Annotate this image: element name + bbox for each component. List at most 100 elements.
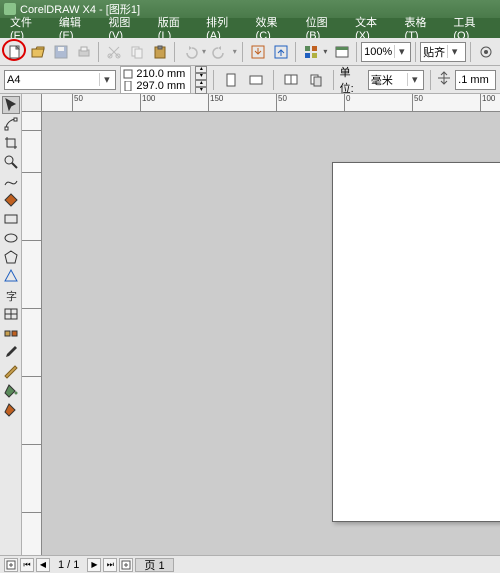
ruler-tick: 100 bbox=[140, 94, 155, 112]
horizontal-ruler[interactable]: 50 100 150 50 0 50 100 bbox=[42, 94, 500, 112]
separator bbox=[213, 70, 214, 90]
print-button[interactable] bbox=[73, 41, 94, 63]
paper-dimensions: 210.0 mm 297.0 mm bbox=[120, 66, 191, 94]
unit-value: 毫米 bbox=[371, 72, 405, 88]
all-pages-button[interactable] bbox=[280, 69, 301, 91]
standard-toolbar: ▾ ▾ ▾ 100%▾ 贴齐▾ bbox=[0, 38, 500, 66]
separator bbox=[242, 42, 243, 62]
interactive-fill-tool[interactable] bbox=[2, 400, 20, 418]
text-tool[interactable]: 字 bbox=[2, 286, 20, 304]
portrait-button[interactable] bbox=[220, 69, 241, 91]
redo-dropdown[interactable]: ▾ bbox=[233, 47, 239, 56]
snap-label: 贴齐 bbox=[423, 44, 445, 60]
options-button[interactable] bbox=[475, 41, 496, 63]
prev-page-button[interactable]: ◀ bbox=[36, 558, 50, 572]
zoom-value: 100% bbox=[364, 46, 392, 58]
paste-button[interactable] bbox=[149, 41, 170, 63]
paper-size-combo[interactable]: A4▾ bbox=[4, 70, 116, 90]
import-button[interactable] bbox=[247, 41, 268, 63]
app-launcher-dropdown[interactable]: ▾ bbox=[323, 47, 329, 56]
rectangle-tool[interactable] bbox=[2, 210, 20, 228]
redo-button[interactable] bbox=[210, 41, 231, 63]
height-icon bbox=[123, 81, 133, 91]
ruler-tick: 50 bbox=[412, 94, 423, 112]
interactive-blend-tool[interactable] bbox=[2, 324, 20, 342]
save-button[interactable] bbox=[50, 41, 71, 63]
page-tab-1[interactable]: 页 1 bbox=[135, 558, 173, 572]
vertical-ruler[interactable]: 300 250 200 150 100 50 bbox=[22, 112, 42, 555]
drawing-canvas[interactable] bbox=[42, 112, 500, 555]
welcome-button[interactable] bbox=[331, 41, 352, 63]
unit-label: 单位: bbox=[340, 64, 364, 96]
zoom-combo[interactable]: 100%▾ bbox=[361, 42, 411, 62]
nudge-icon bbox=[437, 71, 451, 88]
freehand-tool[interactable] bbox=[2, 172, 20, 190]
separator bbox=[470, 42, 471, 62]
smart-fill-tool[interactable] bbox=[2, 191, 20, 209]
nudge-field[interactable]: .1 mm bbox=[455, 70, 496, 90]
fill-tool[interactable] bbox=[2, 381, 20, 399]
svg-text:字: 字 bbox=[6, 289, 17, 303]
snap-combo[interactable]: 贴齐▾ bbox=[420, 42, 466, 62]
outline-tool[interactable] bbox=[2, 362, 20, 380]
table-tool[interactable] bbox=[2, 305, 20, 323]
nudge-value: .1 mm bbox=[458, 74, 489, 86]
separator bbox=[333, 70, 334, 90]
ruler-tick: 150 bbox=[208, 94, 223, 112]
property-bar: A4▾ 210.0 mm 297.0 mm ▴▾▴▾ 单位: 毫米▾ .1 mm bbox=[0, 66, 500, 94]
ruler-tick: 50 bbox=[22, 512, 42, 526]
crop-tool[interactable] bbox=[2, 134, 20, 152]
landscape-button[interactable] bbox=[246, 69, 267, 91]
toolbox: 字 bbox=[0, 94, 22, 555]
paper-width[interactable]: 210.0 mm bbox=[136, 68, 188, 80]
ruler-tick: 300 bbox=[22, 172, 42, 186]
ellipse-tool[interactable] bbox=[2, 229, 20, 247]
separator bbox=[415, 42, 416, 62]
page-rectangle[interactable] bbox=[332, 162, 500, 522]
ruler-tick: 100 bbox=[22, 444, 42, 458]
new-button[interactable] bbox=[4, 41, 25, 63]
zoom-tool[interactable] bbox=[2, 153, 20, 171]
undo-dropdown[interactable]: ▾ bbox=[202, 47, 208, 56]
ruler-tick: 200 bbox=[22, 308, 42, 322]
separator bbox=[356, 42, 357, 62]
ruler-tick: 50 bbox=[72, 94, 83, 112]
undo-button[interactable] bbox=[179, 41, 200, 63]
ruler-tick: 0 bbox=[344, 94, 350, 112]
ruler-origin[interactable] bbox=[22, 94, 42, 112]
export-button[interactable] bbox=[270, 41, 291, 63]
page-navigator: ⏮ ◀ 1 / 1 ▶ ⏭ 页 1 bbox=[0, 555, 500, 573]
page-counter: 1 / 1 bbox=[52, 559, 85, 571]
pick-tool[interactable] bbox=[2, 96, 20, 114]
menu-bar: 文件(F) 编辑(E) 视图(V) 版面(L) 排列(A) 效果(C) 位图(B… bbox=[0, 18, 500, 38]
first-page-button[interactable]: ⏮ bbox=[20, 558, 34, 572]
paper-size-value: A4 bbox=[7, 74, 97, 86]
ruler-tick bbox=[22, 130, 42, 132]
ruler-tick: 150 bbox=[22, 376, 42, 390]
app-launcher-button[interactable] bbox=[300, 41, 321, 63]
ruler-tick: 250 bbox=[22, 240, 42, 254]
dimension-spinners[interactable]: ▴▾▴▾ bbox=[195, 66, 207, 94]
next-page-button[interactable]: ▶ bbox=[87, 558, 101, 572]
eyedropper-tool[interactable] bbox=[2, 343, 20, 361]
unit-combo[interactable]: 毫米▾ bbox=[368, 70, 424, 90]
ruler-tick: 100 bbox=[480, 94, 495, 112]
copy-button[interactable] bbox=[126, 41, 147, 63]
last-page-button[interactable]: ⏭ bbox=[103, 558, 117, 572]
cut-button[interactable] bbox=[103, 41, 124, 63]
separator bbox=[98, 42, 99, 62]
polygon-tool[interactable] bbox=[2, 248, 20, 266]
separator bbox=[295, 42, 296, 62]
current-page-button[interactable] bbox=[305, 69, 326, 91]
ruler-tick: 50 bbox=[276, 94, 287, 112]
add-page-icon[interactable] bbox=[4, 558, 18, 572]
basic-shapes-tool[interactable] bbox=[2, 267, 20, 285]
shape-tool[interactable] bbox=[2, 115, 20, 133]
canvas-area: 50 100 150 50 0 50 100 300 250 200 150 100 50 bbox=[22, 94, 500, 555]
open-button[interactable] bbox=[27, 41, 48, 63]
separator bbox=[273, 70, 274, 90]
work-area: 字 50 100 150 50 0 50 100 300 250 200 150 100 50 bbox=[0, 94, 500, 555]
separator bbox=[174, 42, 175, 62]
add-page-after-icon[interactable] bbox=[119, 558, 133, 572]
paper-height[interactable]: 297.0 mm bbox=[136, 80, 188, 92]
